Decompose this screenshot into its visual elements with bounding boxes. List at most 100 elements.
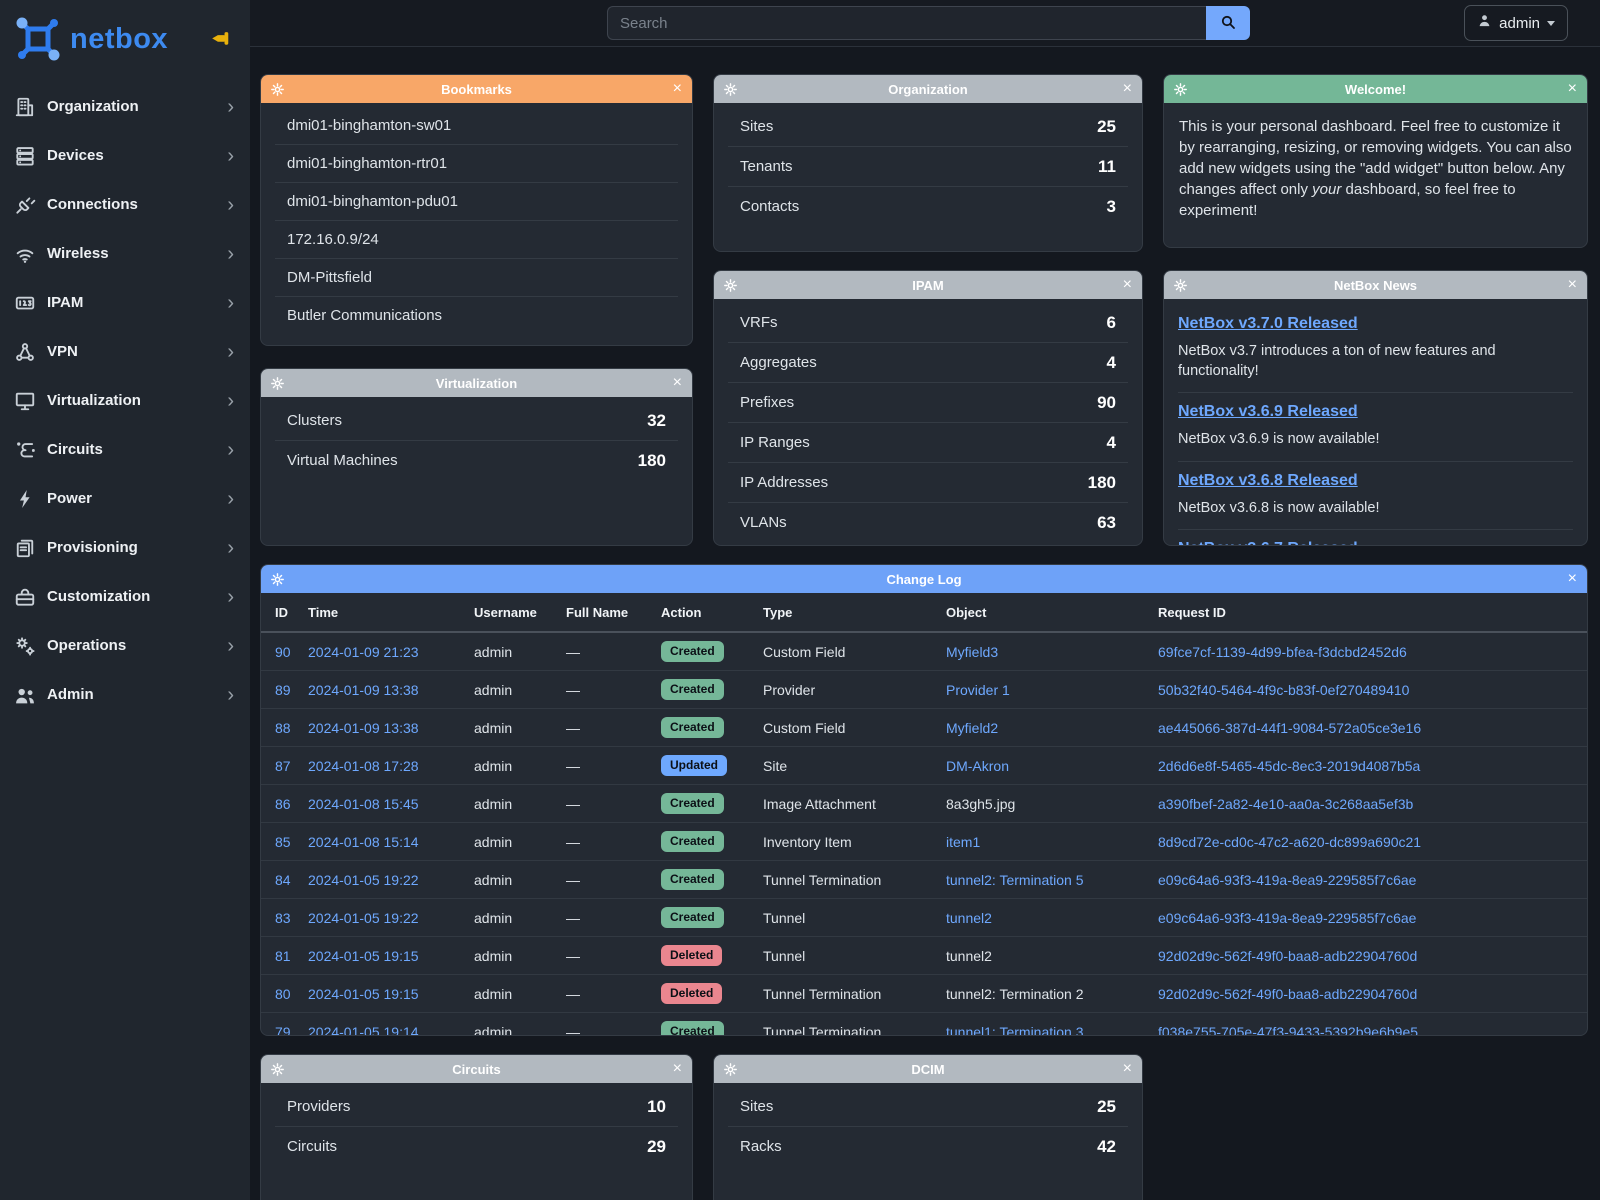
close-icon[interactable]: × [1123, 277, 1132, 293]
change-object-link[interactable]: Myfield2 [946, 720, 998, 736]
news-link[interactable]: NetBox v3.6.9 Released [1178, 403, 1358, 420]
change-time-link[interactable]: 2024-01-05 19:22 [308, 872, 419, 888]
close-icon[interactable]: × [673, 81, 682, 97]
sidebar-item-virtualization[interactable]: Virtualization › [0, 376, 250, 425]
sidebar-item-power[interactable]: Power › [0, 474, 250, 523]
pin-sidebar-icon[interactable] [210, 26, 232, 48]
gear-icon[interactable] [1174, 83, 1187, 96]
change-time-link[interactable]: 2024-01-05 19:15 [308, 986, 419, 1002]
change-id-link[interactable]: 79 [275, 1024, 291, 1037]
sidebar-item-organization[interactable]: Organization › [0, 82, 250, 131]
change-id-link[interactable]: 88 [275, 720, 291, 736]
sidebar-item-connections[interactable]: Connections › [0, 180, 250, 229]
bookmark-item[interactable]: 172.16.0.9/24 [275, 221, 678, 259]
gear-icon[interactable] [271, 377, 284, 390]
sidebar-item-wireless[interactable]: Wireless › [0, 229, 250, 278]
request-id-link[interactable]: 8d9cd72e-cd0c-47c2-a620-dc899a690c21 [1158, 834, 1421, 850]
close-icon[interactable]: × [1123, 81, 1132, 97]
virtualization-widget: Virtualization × Clusters 32Virtual Mach… [260, 368, 693, 546]
request-id-link[interactable]: 50b32f40-5464-4f9c-b83f-0ef270489410 [1158, 682, 1409, 698]
change-id-link[interactable]: 87 [275, 758, 291, 774]
counter-icon [14, 292, 36, 314]
change-time-link[interactable]: 2024-01-05 19:22 [308, 910, 419, 926]
change-id-link[interactable]: 80 [275, 986, 291, 1002]
gear-icon[interactable] [271, 83, 284, 96]
gear-icon[interactable] [1174, 279, 1187, 292]
request-id-link[interactable]: 2d6d6e8f-5465-45dc-8ec3-2019d4087b5a [1158, 758, 1420, 774]
user-menu-button[interactable]: admin [1464, 5, 1568, 41]
change-id-link[interactable]: 83 [275, 910, 291, 926]
search-button[interactable] [1206, 6, 1250, 40]
search-input[interactable] [607, 6, 1206, 40]
change-id-link[interactable]: 85 [275, 834, 291, 850]
change-id-link[interactable]: 84 [275, 872, 291, 888]
close-icon[interactable]: × [1568, 81, 1577, 97]
change-object-link[interactable]: tunnel2 [946, 910, 992, 926]
sidebar-item-circuits[interactable]: Circuits › [0, 425, 250, 474]
change-time-link[interactable]: 2024-01-08 17:28 [308, 758, 419, 774]
change-id-link[interactable]: 86 [275, 796, 291, 812]
sidebar-item-devices[interactable]: Devices › [0, 131, 250, 180]
request-id-link[interactable]: e09c64a6-93f3-419a-8ea9-229585f7c6ae [1158, 910, 1416, 926]
welcome-widget: Welcome! × This is your personal dashboa… [1163, 74, 1588, 248]
request-id-link[interactable]: 92d02d9c-562f-49f0-baa8-adb22904760d [1158, 986, 1417, 1002]
sidebar-item-operations[interactable]: Operations › [0, 621, 250, 670]
sidebar-item-customization[interactable]: Customization › [0, 572, 250, 621]
search-icon [1220, 14, 1236, 33]
change-time-link[interactable]: 2024-01-05 19:14 [308, 1024, 419, 1037]
news-link[interactable]: NetBox v3.6.8 Released [1178, 472, 1358, 489]
change-object-link[interactable]: item1 [946, 834, 980, 850]
news-link[interactable]: NetBox v3.7.0 Released [1178, 315, 1358, 332]
change-time-link[interactable]: 2024-01-09 13:38 [308, 720, 419, 736]
sidebar-item-admin[interactable]: Admin › [0, 670, 250, 719]
chevron-right-icon: › [227, 244, 234, 264]
gear-icon[interactable] [271, 1063, 284, 1076]
request-id-link[interactable]: a390fbef-2a82-4e10-aa0a-3c268aa5ef3b [1158, 796, 1413, 812]
close-icon[interactable]: × [1568, 571, 1577, 587]
stat-value: 25 [1097, 1097, 1116, 1117]
close-icon[interactable]: × [1568, 277, 1577, 293]
change-fullname: — [566, 682, 580, 698]
close-icon[interactable]: × [673, 1061, 682, 1077]
change-id-link[interactable]: 90 [275, 644, 291, 660]
bookmark-item[interactable]: dmi01-binghamton-rtr01 [275, 145, 678, 183]
change-object-link[interactable]: DM-Akron [946, 758, 1009, 774]
gear-icon[interactable] [724, 1063, 737, 1076]
change-time-link[interactable]: 2024-01-09 13:38 [308, 682, 419, 698]
close-icon[interactable]: × [673, 375, 682, 391]
change-fullname: — [566, 948, 580, 964]
bookmark-item[interactable]: DM-Pittsfield [275, 259, 678, 297]
change-object-link[interactable]: tunnel2: Termination 5 [946, 872, 1084, 888]
change-object-link[interactable]: Myfield3 [946, 644, 998, 660]
request-id-link[interactable]: f038e755-705e-47f3-9433-5392b9e6b9e5 [1158, 1024, 1418, 1037]
brand[interactable]: netbox [0, 0, 250, 78]
change-time-link[interactable]: 2024-01-09 21:23 [308, 644, 419, 660]
gear-icon[interactable] [724, 83, 737, 96]
change-object-link[interactable]: Provider 1 [946, 682, 1010, 698]
news-link[interactable]: NetBox v3.6.7 Released [1178, 540, 1358, 546]
request-id-link[interactable]: e09c64a6-93f3-419a-8ea9-229585f7c6ae [1158, 872, 1416, 888]
changelog-table: IDTimeUsernameFull NameActionTypeObjectR… [261, 593, 1587, 1036]
change-id-link[interactable]: 89 [275, 682, 291, 698]
request-id-link[interactable]: 69fce7cf-1139-4d99-bfea-f3dcbd2452d6 [1158, 644, 1407, 660]
request-id-link[interactable]: ae445066-387d-44f1-9084-572a05ce3e16 [1158, 720, 1421, 736]
change-time-link[interactable]: 2024-01-08 15:45 [308, 796, 419, 812]
request-id-link[interactable]: 92d02d9c-562f-49f0-baa8-adb22904760d [1158, 948, 1417, 964]
close-icon[interactable]: × [1123, 1061, 1132, 1077]
gear-icon[interactable] [724, 279, 737, 292]
change-time-link[interactable]: 2024-01-05 19:15 [308, 948, 419, 964]
change-object-link[interactable]: tunnel1: Termination 3 [946, 1024, 1084, 1037]
action-badge: Created [661, 679, 724, 700]
change-time-link[interactable]: 2024-01-08 15:14 [308, 834, 419, 850]
bookmark-item[interactable]: Butler Communications [275, 297, 678, 334]
gear-icon[interactable] [271, 573, 284, 586]
sidebar-item-vpn[interactable]: VPN › [0, 327, 250, 376]
sidebar-item-ipam[interactable]: IPAM › [0, 278, 250, 327]
bookmark-item[interactable]: dmi01-binghamton-pdu01 [275, 183, 678, 221]
change-id-link[interactable]: 81 [275, 948, 291, 964]
sidebar-item-provisioning[interactable]: Provisioning › [0, 523, 250, 572]
stat-row: Virtual Machines 180 [275, 441, 678, 480]
bookmark-item[interactable]: dmi01-binghamton-sw01 [275, 107, 678, 145]
change-username: admin [474, 1024, 512, 1037]
documents-icon [14, 537, 36, 559]
